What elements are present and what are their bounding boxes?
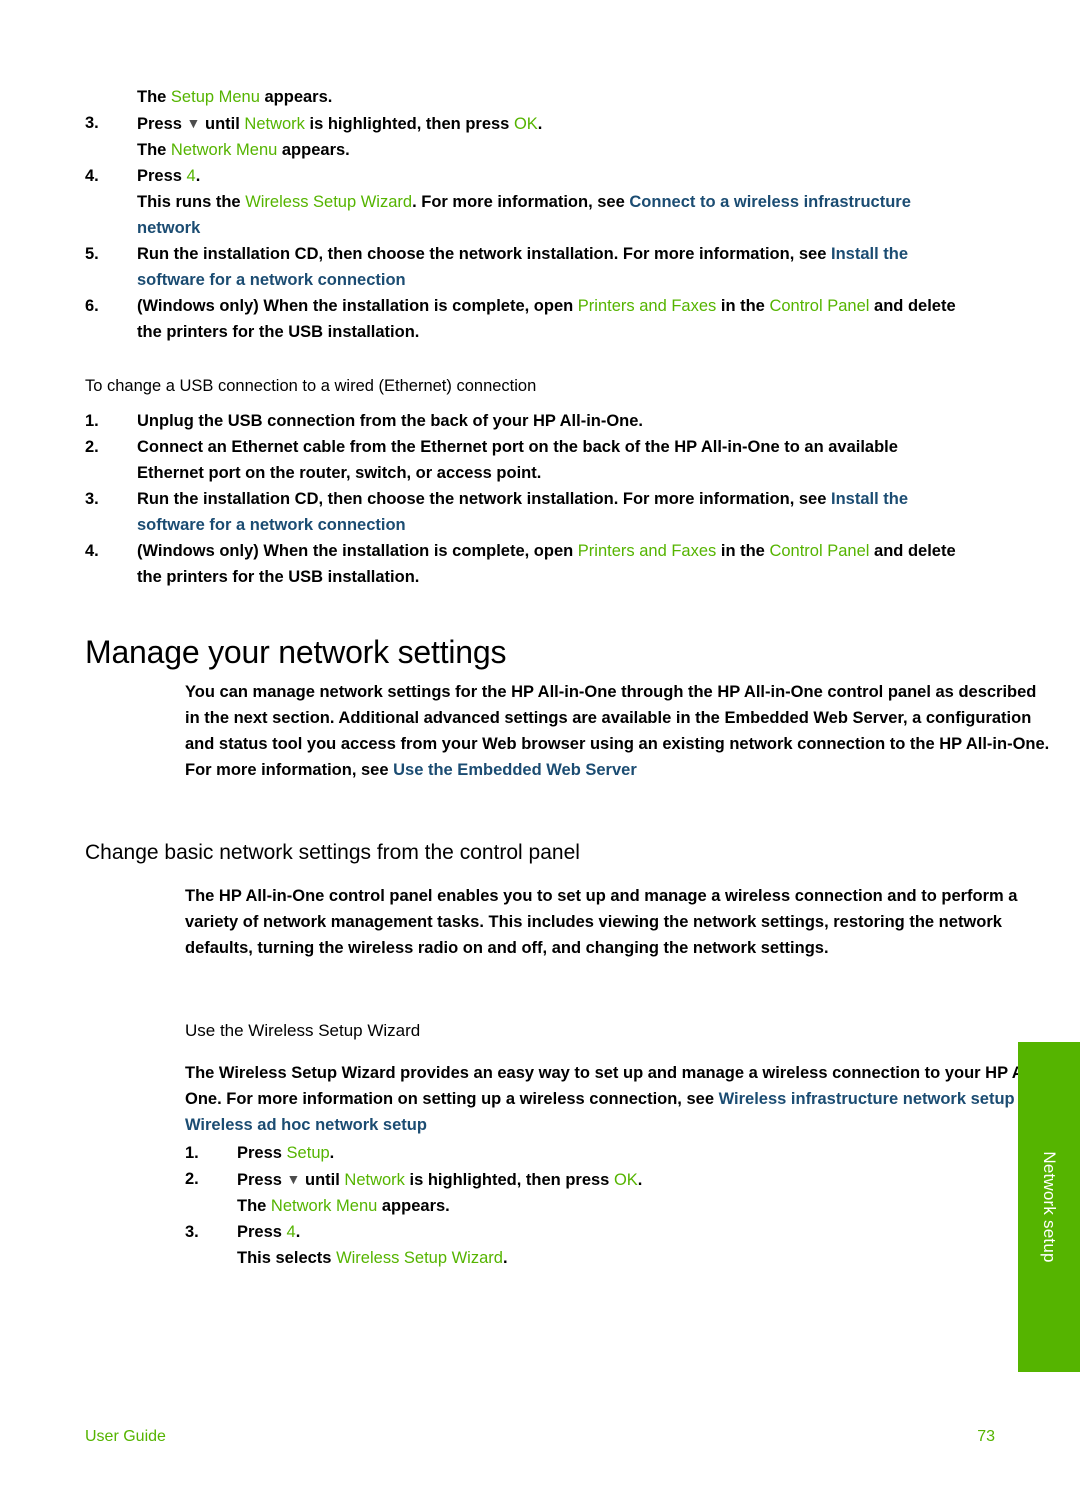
usb-to-wireless-step-list: 3. Press ▼ until Network is highlighted, … (85, 110, 965, 345)
text-fragment: The (137, 141, 171, 159)
ui-label-ok: OK (513, 115, 538, 133)
ui-label-right-arrow-button: 4 (186, 167, 196, 185)
text-fragment: (Windows only) When the installation is … (137, 542, 578, 560)
ui-label-control-panel: Control Panel (769, 297, 870, 315)
text-fragment: appears. (277, 141, 350, 159)
manage-section-intro: You can manage network settings for the … (185, 679, 1055, 783)
step-number: 6. (85, 297, 99, 315)
cross-reference-link-adhoc[interactable]: Wireless ad hoc network setup (185, 1116, 427, 1134)
text-fragment: . For more information, see (412, 193, 630, 211)
cross-reference-link-infrastructure[interactable]: Wireless infrastructure network setup (719, 1090, 1015, 1108)
ui-label-network-menu: Network Menu (170, 141, 278, 159)
step-number: 2. (185, 1170, 199, 1188)
procedure-heading: To change a USB connection to a wired (E… (85, 377, 537, 395)
step-number: 4. (85, 542, 99, 560)
text-fragment: . (502, 1249, 508, 1267)
text-fragment: Connect an Ethernet cable from the Ether… (137, 438, 898, 482)
ui-label-printers-and-faxes: Printers and Faxes (577, 542, 717, 560)
wizard-step-list: 1. Press Setup. 2. Press ▼ until Network i… (185, 1140, 885, 1271)
text-fragment: is highlighted, then press (404, 1171, 614, 1189)
ui-label-control-panel: Control Panel (769, 542, 870, 560)
document-page: The Setup Menu appears. 3. Press ▼ until … (0, 0, 1080, 1495)
usb-to-ethernet-step-list: 1. Unplug the USB connection from the bac… (85, 408, 965, 590)
text-fragment: (Windows only) When the installation is … (137, 297, 578, 315)
step-subline: The Network Menu appears. (137, 137, 965, 163)
list-item: 3. Run the installation CD, then choose t… (85, 486, 965, 538)
step-subline: This selects Wireless Setup Wizard. (237, 1245, 885, 1271)
text-fragment: appears. (377, 1197, 450, 1215)
step-subline: The Network Menu appears. (237, 1193, 885, 1219)
page-footer: User Guide 73 (85, 1428, 995, 1446)
setup-menu-appears-line: The Setup Menu appears. (85, 84, 965, 110)
text-fragment: . (295, 1223, 301, 1241)
section-heading-change-basic: Change basic network settings from the c… (85, 841, 580, 864)
step-number: 3. (85, 114, 99, 132)
text-fragment: Press (137, 115, 187, 133)
down-arrow-icon: ▼ (286, 1171, 301, 1187)
chapter-side-tab-label: Network setup (1040, 1151, 1059, 1263)
ui-label-printers-and-faxes: Printers and Faxes (577, 297, 717, 315)
text-fragment: appears. (259, 88, 333, 106)
ui-label-wireless-setup-wizard: Wireless Setup Wizard (245, 193, 413, 211)
step-subline: This runs the Wireless Setup Wizard. For… (137, 189, 965, 241)
down-arrow-icon: ▼ (186, 115, 201, 131)
page-title: Manage your network settings (85, 634, 507, 670)
subsection-heading-wizard: Use the Wireless Setup Wizard (185, 1021, 421, 1040)
text-fragment: . (637, 1171, 643, 1189)
text-fragment: Press (237, 1144, 287, 1162)
text-fragment: Unplug the USB connection from the back … (137, 412, 644, 430)
step-number: 5. (85, 245, 99, 263)
step-number: 2. (85, 438, 99, 456)
text-fragment: This selects (237, 1249, 337, 1267)
text-fragment: . (537, 115, 543, 133)
ui-label-ok: OK (613, 1171, 638, 1189)
text-fragment: Press (237, 1171, 287, 1189)
text-fragment: . (195, 167, 201, 185)
list-item: 2. Connect an Ethernet cable from the Eth… (85, 434, 965, 486)
list-item: 4. Press 4. This runs the Wireless Setup … (85, 163, 965, 241)
text-fragment: Press (237, 1223, 287, 1241)
list-item: 2. Press ▼ until Network is highlighted, … (185, 1166, 885, 1219)
list-item: 3. Press ▼ until Network is highlighted, … (85, 110, 965, 163)
ui-label-setup-button: Setup (286, 1144, 330, 1162)
footer-document-title: User Guide (85, 1428, 166, 1445)
ui-label-network: Network (344, 1171, 405, 1189)
step-number: 1. (85, 412, 99, 430)
text-fragment: Run the installation CD, then choose the… (137, 245, 831, 263)
text-fragment: is highlighted, then press (304, 115, 514, 133)
text-fragment: until (300, 1171, 345, 1189)
text-fragment: until (200, 115, 245, 133)
change-basic-body: The HP All-in-One control panel enables … (185, 887, 1018, 957)
ui-label-wireless-setup-wizard: Wireless Setup Wizard (336, 1249, 503, 1267)
text-fragment: This runs the (137, 193, 246, 211)
step-number: 4. (85, 167, 99, 185)
step-number: 3. (85, 490, 99, 508)
step-number: 3. (185, 1223, 199, 1241)
list-item: 1. Press Setup. (185, 1140, 885, 1166)
list-item: 5. Run the installation CD, then choose t… (85, 241, 965, 293)
list-item: 3. Press 4. This selects Wireless Setup W… (185, 1219, 885, 1271)
text-fragment: in the (716, 542, 770, 560)
text-fragment: The (137, 88, 171, 106)
text-fragment: Run the installation CD, then choose the… (137, 490, 831, 508)
text-fragment: Press (137, 167, 187, 185)
ui-label-network-menu: Network Menu (270, 1197, 378, 1215)
text-fragment: The (237, 1197, 271, 1215)
list-item: 1. Unplug the USB connection from the bac… (85, 408, 965, 434)
list-item: 4. (Windows only) When the installation i… (85, 538, 965, 590)
list-item: 6. (Windows only) When the installation i… (85, 293, 965, 345)
ui-label-right-arrow-button: 4 (286, 1223, 296, 1241)
footer-page-number: 73 (977, 1428, 995, 1445)
ui-label-network: Network (244, 115, 305, 133)
text-fragment: in the (716, 297, 770, 315)
wizard-body: The Wireless Setup Wizard provides an ea… (185, 1060, 1075, 1138)
ui-label-setup-menu: Setup Menu (170, 88, 260, 106)
usb-to-wireless-section: The Setup Menu appears. 3. Press ▼ until … (85, 84, 965, 590)
step-number: 1. (185, 1144, 199, 1162)
cross-reference-link[interactable]: Use the Embedded Web Server (393, 761, 637, 779)
chapter-side-tab: Network setup (1018, 1042, 1080, 1372)
text-fragment: . (329, 1144, 335, 1162)
